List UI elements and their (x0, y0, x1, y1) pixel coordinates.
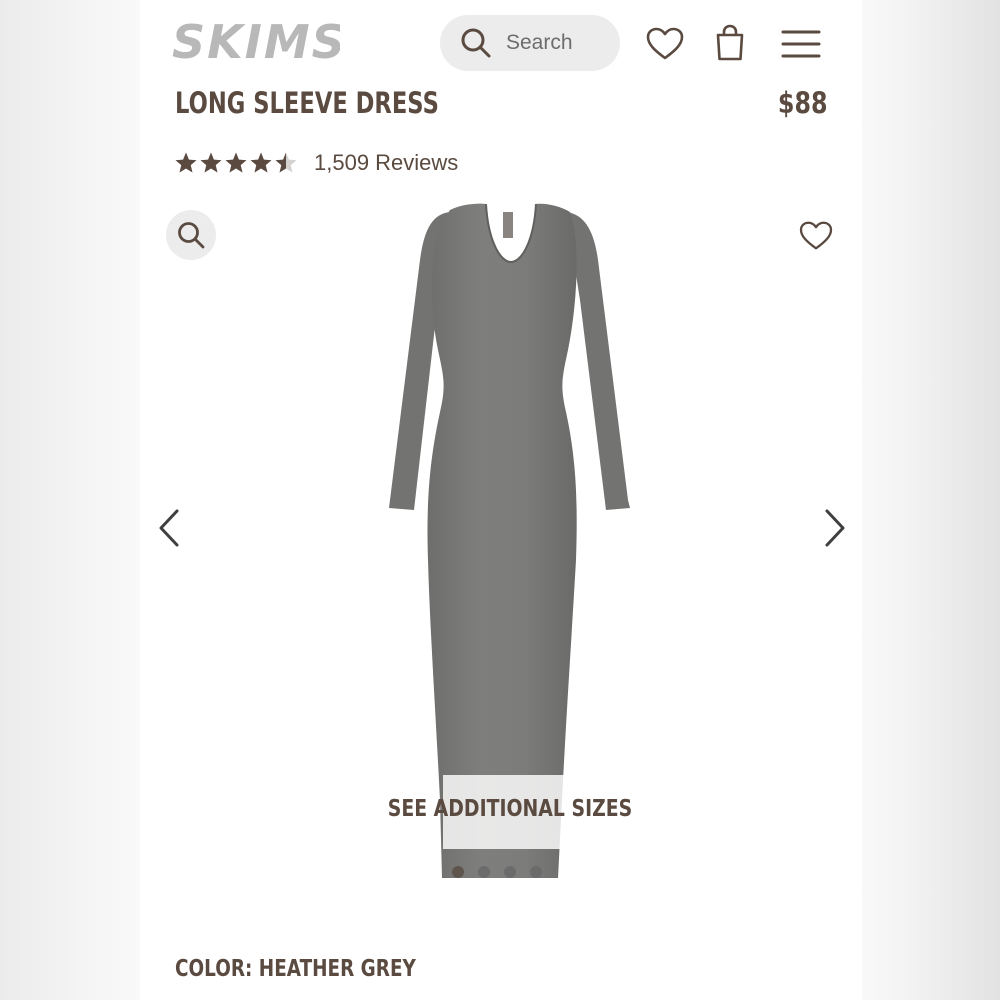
pagination-dot[interactable] (530, 866, 542, 878)
search-bar[interactable]: Search (440, 15, 620, 71)
skims-logo[interactable]: SKIMS (170, 16, 340, 66)
previous-image-button[interactable] (154, 506, 184, 550)
color-label: COLOR: (175, 956, 259, 982)
gallery-favorite-button[interactable] (796, 218, 836, 254)
zoom-button[interactable] (166, 210, 216, 260)
next-image-button[interactable] (820, 506, 850, 550)
color-value: HEATHER GREY (258, 956, 416, 982)
menu-icon (781, 30, 821, 58)
shopping-bag-icon (716, 24, 744, 61)
product-page: SKIMS Search LONG SLEEVE DRESS $88 1,509… (140, 0, 862, 1000)
zoom-icon (178, 222, 205, 249)
star-icon (200, 152, 222, 173)
color-selection: COLOR: HEATHER GREY (175, 956, 416, 982)
pagination-dot[interactable] (504, 866, 516, 878)
search-placeholder: Search (506, 31, 573, 54)
svg-text:SKIMS: SKIMS (172, 16, 340, 66)
chevron-right-icon (825, 509, 845, 547)
star-icon (175, 152, 197, 173)
rating-stars (174, 151, 298, 175)
image-pagination (452, 866, 542, 878)
wishlist-button[interactable] (640, 22, 690, 66)
star-icon (275, 152, 297, 173)
star-icon (225, 152, 247, 173)
product-price: $88 (778, 86, 828, 120)
cart-button[interactable] (708, 20, 752, 66)
search-icon (461, 28, 491, 58)
heart-icon (646, 27, 684, 60)
pagination-dot[interactable] (478, 866, 490, 878)
chevron-left-icon (159, 509, 179, 547)
product-rating[interactable]: 1,509 Reviews (174, 150, 458, 176)
heart-icon (799, 221, 833, 250)
see-additional-sizes-link[interactable]: SEE ADDITIONAL SIZES (362, 796, 657, 822)
star-icon (250, 152, 272, 173)
reviews-count[interactable]: 1,509 Reviews (314, 150, 458, 176)
menu-button[interactable] (776, 22, 826, 66)
pagination-dot[interactable] (452, 866, 464, 878)
product-title: LONG SLEEVE DRESS (175, 86, 439, 120)
